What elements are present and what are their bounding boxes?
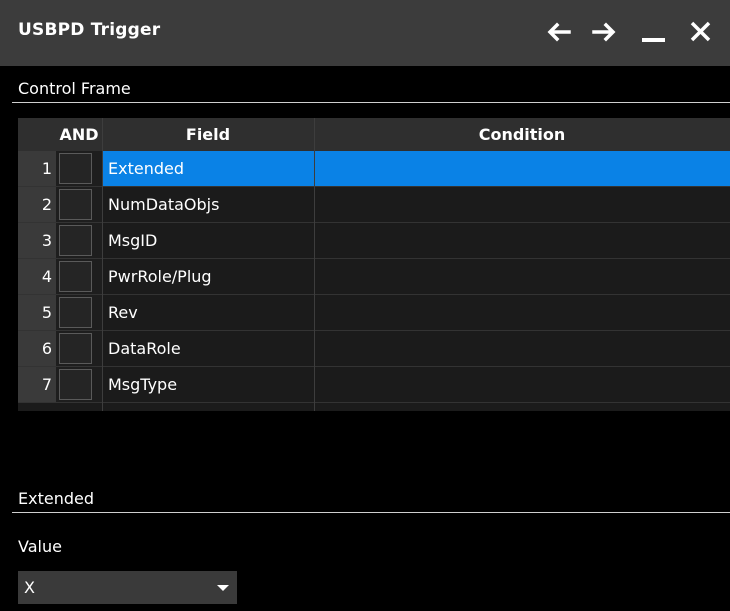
row-number: 6 bbox=[18, 331, 56, 366]
value-label: Value bbox=[18, 537, 62, 556]
header-condition[interactable]: Condition bbox=[314, 118, 730, 151]
row-number: 1 bbox=[18, 151, 56, 186]
header-and[interactable]: AND bbox=[56, 118, 102, 151]
row-number: 4 bbox=[18, 259, 56, 294]
window-title: USBPD Trigger bbox=[18, 20, 161, 40]
table-row[interactable]: 5 Rev bbox=[18, 295, 730, 331]
header-num-cell bbox=[18, 118, 56, 151]
and-checkbox[interactable] bbox=[59, 333, 92, 364]
control-frame-table: AND Field Condition 1 Extended 2 NumDataObj… bbox=[18, 118, 730, 411]
and-checkbox[interactable] bbox=[59, 189, 92, 220]
table-row[interactable]: 1 Extended bbox=[18, 151, 730, 187]
row-number: 7 bbox=[18, 367, 56, 402]
condition-cell[interactable] bbox=[314, 151, 730, 186]
section-divider bbox=[12, 512, 730, 513]
row-separator bbox=[18, 402, 730, 403]
close-icon[interactable] bbox=[688, 19, 714, 45]
condition-cell[interactable] bbox=[314, 295, 730, 330]
condition-cell[interactable] bbox=[314, 187, 730, 222]
table-row[interactable]: 3 MsgID bbox=[18, 223, 730, 259]
table-row[interactable]: 2 NumDataObjs bbox=[18, 187, 730, 223]
column-divider bbox=[102, 118, 103, 411]
chevron-down-icon bbox=[217, 585, 229, 591]
condition-cell[interactable] bbox=[314, 259, 730, 294]
field-cell[interactable]: MsgID bbox=[102, 223, 314, 258]
and-checkbox[interactable] bbox=[59, 225, 92, 256]
section-divider bbox=[12, 102, 730, 103]
and-checkbox[interactable] bbox=[59, 369, 92, 400]
row-number: 5 bbox=[18, 295, 56, 330]
field-cell[interactable]: PwrRole/Plug bbox=[102, 259, 314, 294]
table-row[interactable]: 4 PwrRole/Plug bbox=[18, 259, 730, 295]
back-arrow-icon[interactable] bbox=[545, 19, 571, 45]
condition-cell[interactable] bbox=[314, 223, 730, 258]
row-number: 3 bbox=[18, 223, 56, 258]
field-cell[interactable]: DataRole bbox=[102, 331, 314, 366]
section-label-extended: Extended bbox=[18, 489, 94, 508]
header-field[interactable]: Field bbox=[102, 118, 314, 151]
and-checkbox[interactable] bbox=[59, 297, 92, 328]
condition-cell[interactable] bbox=[314, 367, 730, 402]
field-cell[interactable]: NumDataObjs bbox=[102, 187, 314, 222]
minimize-icon[interactable] bbox=[641, 19, 667, 45]
forward-arrow-icon[interactable] bbox=[592, 19, 618, 45]
and-checkbox[interactable] bbox=[59, 261, 92, 292]
table-row[interactable]: 6 DataRole bbox=[18, 331, 730, 367]
column-divider bbox=[314, 118, 315, 411]
value-dropdown[interactable]: X bbox=[18, 571, 237, 604]
field-cell[interactable]: Extended bbox=[102, 151, 314, 186]
condition-cell[interactable] bbox=[314, 331, 730, 366]
field-cell[interactable]: Rev bbox=[102, 295, 314, 330]
value-dropdown-text: X bbox=[24, 578, 35, 597]
table-row[interactable]: 7 MsgType bbox=[18, 367, 730, 403]
row-number: 2 bbox=[18, 187, 56, 222]
and-checkbox[interactable] bbox=[59, 153, 92, 184]
title-bar: USBPD Trigger bbox=[0, 0, 730, 66]
section-label-control-frame: Control Frame bbox=[18, 79, 131, 98]
field-cell[interactable]: MsgType bbox=[102, 367, 314, 402]
